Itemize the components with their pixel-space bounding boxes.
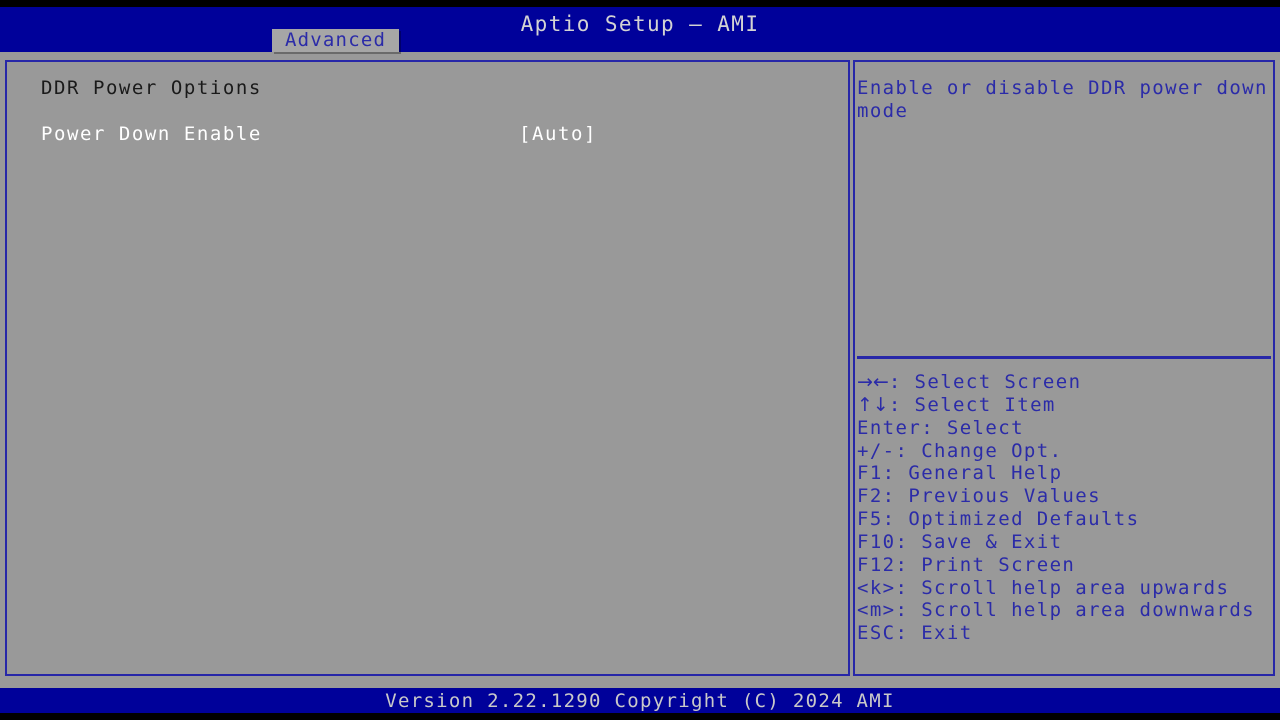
- key-action-label: Scroll help area upwards: [921, 576, 1230, 599]
- tab-advanced[interactable]: Advanced: [272, 29, 400, 52]
- help-panel: Enable or disable DDR power down mode →←…: [853, 60, 1275, 676]
- key-legend-row: F12: Print Screen: [857, 554, 1273, 577]
- key-legend-row: <m>: Scroll help area downwards: [857, 599, 1273, 622]
- key-legend-row: F10: Save & Exit: [857, 531, 1273, 554]
- key-legend-row: →←: Select Screen: [857, 371, 1273, 394]
- key-action-label: Print Screen: [921, 553, 1076, 576]
- key-glyph-icon: →←: [857, 371, 889, 393]
- key-name-label: ESC:: [857, 622, 922, 645]
- key-name-label: F12:: [857, 553, 922, 576]
- key-action-label: Exit: [921, 622, 973, 645]
- key-name-label: :: [888, 371, 915, 393]
- key-legend-row: F2: Previous Values: [857, 485, 1273, 508]
- setting-label-power-down-enable: Power Down Enable: [41, 123, 262, 145]
- key-action-label: Scroll help area downwards: [921, 599, 1256, 622]
- key-name-label: F1:: [857, 462, 909, 485]
- key-name-label: +/-:: [857, 439, 922, 462]
- letterbox-bottom: [0, 713, 1280, 720]
- key-legend-row: ESC: Exit: [857, 622, 1273, 645]
- footer-bar: Version 2.22.1290 Copyright (C) 2024 AMI: [0, 688, 1280, 713]
- key-legend-list: →←: Select Screen ↑↓: Select Item Enter: S…: [857, 371, 1273, 645]
- key-name-label: F2:: [857, 485, 909, 508]
- letterbox-top: [0, 0, 1280, 7]
- tab-bar: Advanced: [0, 29, 1280, 52]
- help-divider: [857, 356, 1271, 359]
- key-action-label: Optimized Defaults: [908, 508, 1140, 531]
- key-action-label: Previous Values: [908, 485, 1101, 508]
- key-name-label: Enter:: [857, 416, 947, 439]
- key-legend-row: ↑↓: Select Item: [857, 394, 1273, 417]
- key-name-label: :: [888, 393, 915, 416]
- key-name-label: <m>:: [857, 599, 922, 622]
- help-description: Enable or disable DDR power down mode: [857, 77, 1280, 122]
- key-action-label: General Help: [908, 462, 1063, 485]
- setting-row-power-down-enable[interactable]: Power Down Enable [Auto]: [41, 123, 821, 145]
- version-copyright-text: Version 2.22.1290 Copyright (C) 2024 AMI: [385, 690, 895, 712]
- bios-setup-screen: Aptio Setup – AMI Advanced DDR Power Opt…: [0, 0, 1280, 720]
- key-action-label: Save & Exit: [921, 530, 1063, 553]
- setting-value-power-down-enable[interactable]: [Auto]: [519, 123, 597, 145]
- key-action-label: Select: [946, 416, 1024, 439]
- key-action-label: Select Item: [914, 393, 1056, 416]
- settings-panel: DDR Power Options Power Down Enable [Aut…: [5, 60, 850, 676]
- key-legend-row: +/-: Change Opt.: [857, 440, 1273, 463]
- key-name-label: F5:: [857, 508, 909, 531]
- key-action-label: Change Opt.: [921, 439, 1063, 462]
- key-legend-row: F5: Optimized Defaults: [857, 508, 1273, 531]
- section-heading: DDR Power Options: [41, 77, 262, 99]
- key-name-label: F10:: [857, 530, 922, 553]
- key-legend-row: Enter: Select: [857, 417, 1273, 440]
- key-glyph-icon: ↑↓: [857, 393, 889, 416]
- key-legend-row: F1: General Help: [857, 462, 1273, 485]
- key-action-label: Select Screen: [914, 371, 1082, 393]
- key-name-label: <k>:: [857, 576, 922, 599]
- key-legend-row: <k>: Scroll help area upwards: [857, 577, 1273, 600]
